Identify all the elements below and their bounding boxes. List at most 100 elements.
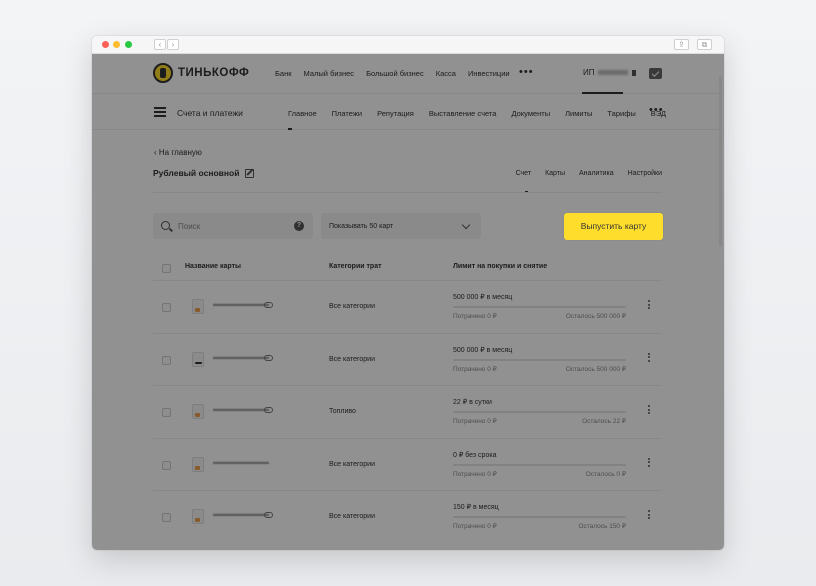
help-icon[interactable]: ? xyxy=(294,221,304,231)
limit-label: 150 ₽ в месяц xyxy=(453,504,499,511)
table-row[interactable]: ▬▬▬ ▬▬▬▬▬▬ Все категории 500 000 ₽ в мес… xyxy=(153,280,662,333)
web-page: ТИНЬКОФФ Банк Малый бизнес Большой бизне… xyxy=(92,54,724,550)
card-category: Все категории xyxy=(329,513,375,520)
logo[interactable]: ТИНЬКОФФ xyxy=(153,63,249,83)
mir-card-icon xyxy=(192,351,204,367)
card-category: Все категории xyxy=(329,460,375,468)
minimize-window-button[interactable] xyxy=(113,41,120,48)
row-checkbox[interactable] xyxy=(162,408,171,417)
logo-text: ТИНЬКОФФ xyxy=(178,67,250,79)
table-row[interactable]: ▬▬▬▬▬▬▬ ▬▬ Все категории 150 ₽ в месяц П… xyxy=(153,490,662,543)
card-category: Все категории xyxy=(329,303,375,310)
limit-spent: Потрачено 0 ₽ xyxy=(453,470,497,478)
tab-account[interactable]: Счет xyxy=(516,170,532,177)
tinkoff-emblem-icon xyxy=(153,63,173,83)
limit-progress-bar xyxy=(453,516,626,518)
header-limit: Лимит на покупки и снятие xyxy=(453,263,548,270)
card-category: Все категории xyxy=(329,355,375,363)
card-name: ▬▬▬ ▬▬▬▬▬▬ xyxy=(213,353,269,361)
limit-label: 0 ₽ без срока xyxy=(453,451,497,459)
table-row[interactable]: ▬▬▬ ▬▬▬▬▬▬ Все категории 500 000 ₽ в мес… xyxy=(153,332,662,386)
tab-documents[interactable]: Документы xyxy=(511,109,550,118)
table-row[interactable]: ▬▬▬▬ ▬▬▬▬▬ Все категории 0 ₽ без срока П… xyxy=(153,437,662,491)
card-name: ▬▬▬▬▬▬▬ ▬▬ xyxy=(213,511,269,518)
limit-left: Осталось 150 ₽ xyxy=(578,523,626,530)
cloud-icon xyxy=(264,302,273,308)
row-checkbox[interactable] xyxy=(162,460,171,470)
share-icon[interactable]: ⇪ xyxy=(674,39,689,50)
tab-invoicing[interactable]: Выставление счета xyxy=(429,109,497,118)
back-link[interactable]: ‹ На главную xyxy=(154,148,202,157)
cloud-icon xyxy=(264,407,273,413)
card-limit: 150 ₽ в месяц Потрачено 0 ₽ Осталось 150 … xyxy=(453,503,626,530)
edit-icon[interactable] xyxy=(245,168,255,178)
card-limit: 500 000 ₽ в месяц Потрачено 0 ₽ Осталось … xyxy=(453,346,626,373)
row-menu-icon[interactable] xyxy=(648,510,650,521)
card-name: ▬▬▬ ▬▬▬▬▬▬ xyxy=(213,301,269,308)
card-limit: 0 ₽ без срока Потрачено 0 ₽ Осталось 0 ₽ xyxy=(453,451,626,478)
product-link-bank[interactable]: Банк xyxy=(275,69,292,78)
limit-label: 500 000 ₽ в месяц xyxy=(453,346,513,354)
product-nav: Банк Малый бизнес Большой бизнес Касса И… xyxy=(275,69,522,78)
card-icon xyxy=(192,299,204,314)
limit-spent: Потрачено 0 ₽ xyxy=(453,365,497,373)
top-navigation: ТИНЬКОФФ Банк Малый бизнес Большой бизне… xyxy=(92,54,724,94)
account-title: Рублевый основной xyxy=(153,168,255,178)
back-link-label: На главную xyxy=(158,148,202,157)
limit-spent: Потрачено 0 ₽ xyxy=(453,418,497,425)
product-link-kassa[interactable]: Касса xyxy=(436,69,456,78)
row-checkbox[interactable] xyxy=(162,355,171,365)
row-menu-icon[interactable] xyxy=(648,457,650,469)
scrollbar[interactable] xyxy=(719,76,722,246)
row-checkbox[interactable] xyxy=(162,513,171,522)
table-row[interactable]: ▬▬▬ ▬▬▬▬▬▬ Топливо 22 ₽ в сутки Потрачен… xyxy=(153,385,662,438)
search-placeholder: Поиск xyxy=(178,222,201,231)
limit-label: 22 ₽ в сутки xyxy=(453,399,492,406)
menu-icon[interactable] xyxy=(154,107,166,117)
tab-analytics[interactable]: Аналитика xyxy=(579,170,614,177)
more-products-icon[interactable]: ••• xyxy=(519,66,534,78)
account-tabs: Счет Карты Аналитика Настройки xyxy=(502,170,662,177)
account-title-text: Рублевый основной xyxy=(153,168,240,178)
card-category: Топливо xyxy=(329,408,356,415)
row-menu-icon[interactable] xyxy=(648,352,650,364)
product-link-small-business[interactable]: Малый бизнес xyxy=(304,69,355,78)
card-icon xyxy=(192,404,204,419)
tabs-icon[interactable]: ⧉ xyxy=(697,39,712,50)
close-window-button[interactable] xyxy=(102,41,109,48)
product-link-big-business[interactable]: Большой бизнес xyxy=(366,69,424,78)
limit-spent: Потрачено 0 ₽ xyxy=(453,523,497,530)
maximize-window-button[interactable] xyxy=(125,41,132,48)
browser-toolbar: ‹ › ⇪ ⧉ xyxy=(92,36,724,54)
divider xyxy=(153,192,662,193)
search-field[interactable]: Поиск ? xyxy=(153,213,313,239)
card-icon xyxy=(192,509,204,524)
limit-progress-bar xyxy=(453,306,626,308)
product-link-investments[interactable]: Инвестиции xyxy=(468,69,510,78)
account-switcher[interactable]: ИП xyxy=(583,68,636,77)
tab-main[interactable]: Главное xyxy=(288,109,317,118)
chevron-down-icon xyxy=(461,220,471,230)
browser-back-button[interactable]: ‹ xyxy=(154,39,166,50)
tab-reputation[interactable]: Репутация xyxy=(377,109,414,118)
tab-payments[interactable]: Платежи xyxy=(332,109,362,118)
issue-card-button[interactable]: Выпустить карту xyxy=(564,213,663,240)
select-all-checkbox[interactable] xyxy=(162,264,171,273)
account-prefix: ИП xyxy=(583,68,595,77)
browser-forward-button[interactable]: › xyxy=(167,39,179,50)
messages-icon[interactable] xyxy=(649,68,662,79)
tab-settings[interactable]: Настройки xyxy=(628,170,662,177)
more-sections-icon[interactable]: ••• xyxy=(649,104,664,116)
tab-cards[interactable]: Карты xyxy=(545,170,565,177)
row-menu-icon[interactable] xyxy=(648,300,650,311)
row-checkbox[interactable] xyxy=(162,303,171,312)
limit-left: Осталось 500 000 ₽ xyxy=(565,365,626,373)
tab-tariffs[interactable]: Тарифы xyxy=(607,109,635,118)
card-icon xyxy=(192,456,204,472)
limit-progress-bar xyxy=(453,411,626,413)
section-navigation: Счета и платежи Главное Платежи Репутаци… xyxy=(92,94,724,130)
tab-limits[interactable]: Лимиты xyxy=(565,109,592,118)
row-menu-icon[interactable] xyxy=(648,405,650,416)
active-tab-underline xyxy=(288,128,292,130)
cards-per-page-select[interactable]: Показывать 50 карт xyxy=(321,213,481,239)
